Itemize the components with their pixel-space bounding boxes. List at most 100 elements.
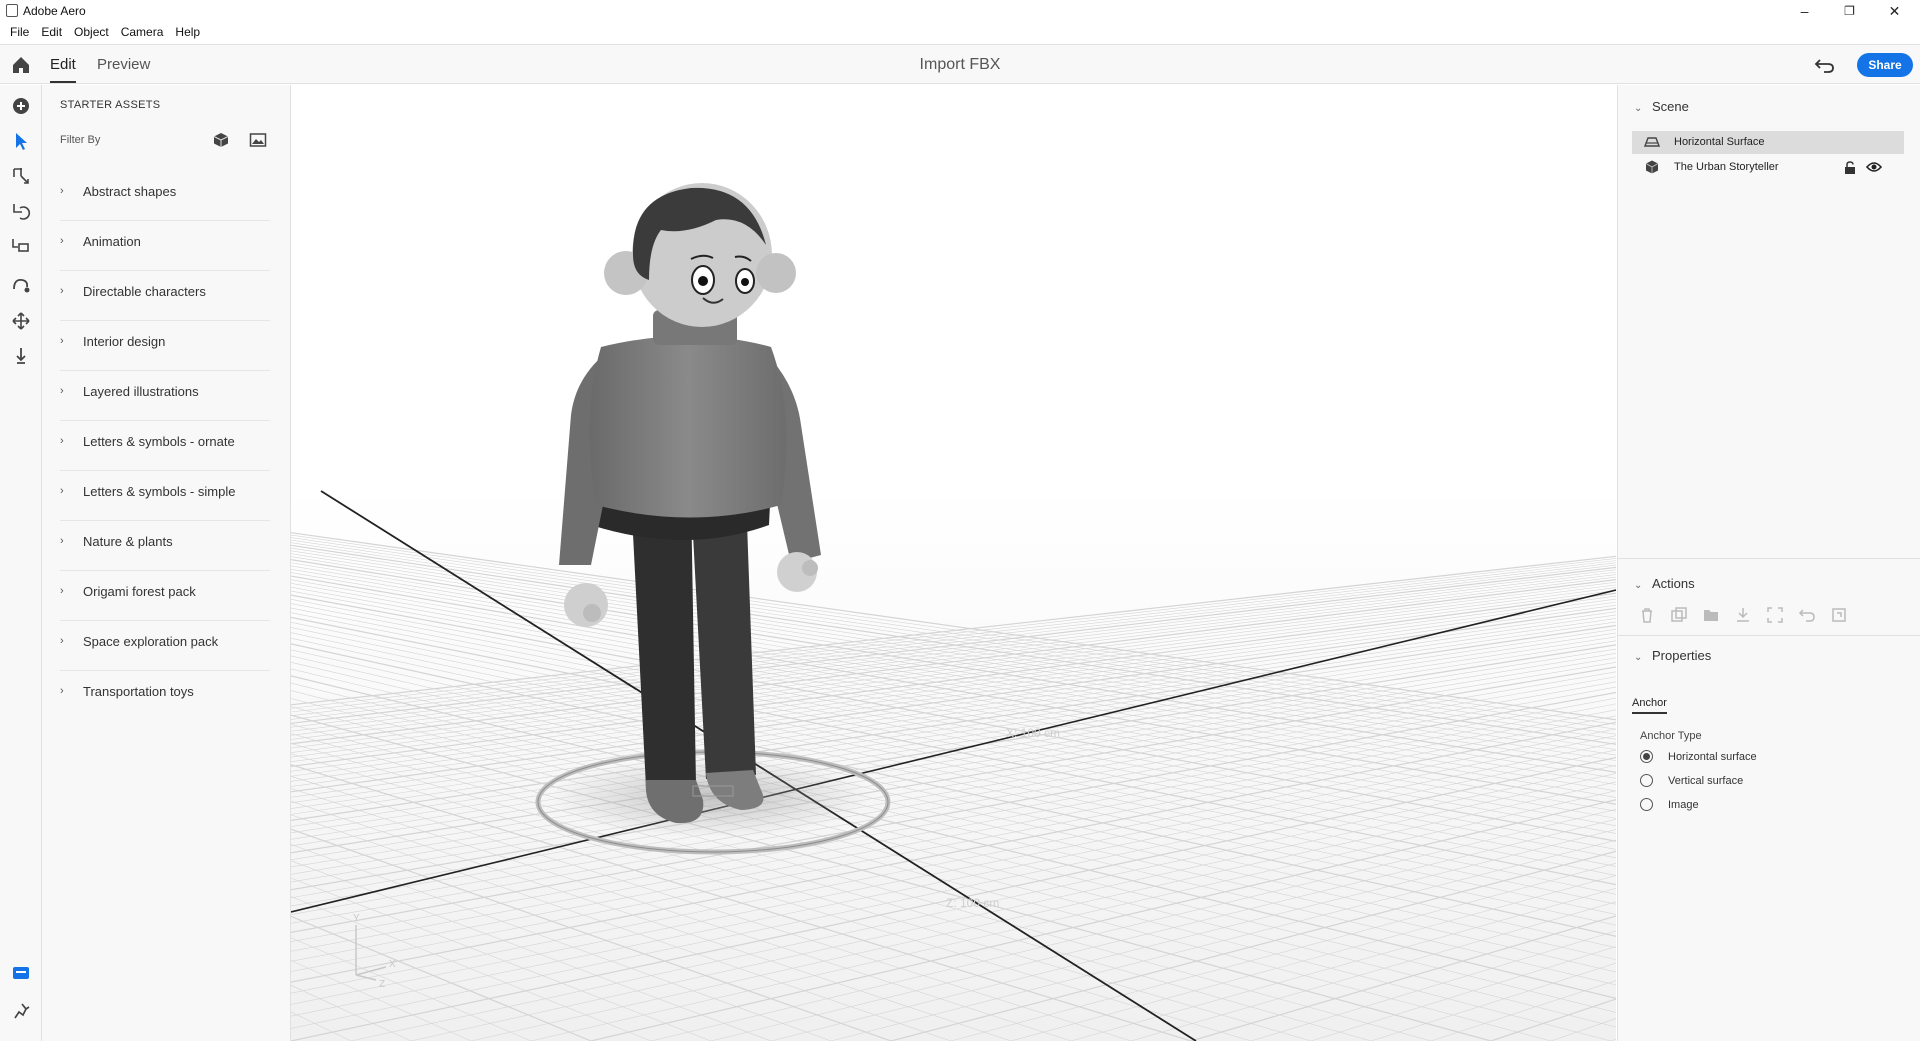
category-transportation-toys[interactable]: › Transportation toys bbox=[60, 671, 270, 721]
restore-button[interactable]: ❐ bbox=[1827, 0, 1872, 22]
drop-icon[interactable] bbox=[10, 345, 32, 367]
chevron-right-icon: › bbox=[60, 385, 64, 397]
category-letters-ornate[interactable]: › Letters & symbols - ornate bbox=[60, 421, 270, 471]
delete-icon[interactable] bbox=[1638, 606, 1656, 624]
category-space-exploration[interactable]: › Space exploration pack bbox=[60, 621, 270, 671]
chevron-right-icon: › bbox=[60, 585, 64, 597]
divider bbox=[1618, 635, 1920, 636]
menu-edit[interactable]: Edit bbox=[35, 22, 68, 43]
category-animation[interactable]: › Animation bbox=[60, 221, 270, 271]
menu-camera[interactable]: Camera bbox=[115, 22, 170, 43]
category-abstract-shapes[interactable]: › Abstract shapes bbox=[60, 171, 270, 221]
gizmo-x-label: X bbox=[389, 959, 396, 970]
category-nature-plants[interactable]: › Nature & plants bbox=[60, 521, 270, 571]
chevron-right-icon: › bbox=[60, 285, 64, 297]
properties-heading: Properties bbox=[1652, 648, 1712, 663]
category-label: Letters & symbols - ornate bbox=[83, 434, 235, 449]
close-button[interactable]: ✕ bbox=[1872, 0, 1917, 22]
filter-3d-icon[interactable] bbox=[212, 132, 230, 148]
add-icon[interactable] bbox=[10, 95, 32, 117]
app-header: Edit Preview Import FBX Share bbox=[0, 44, 1920, 84]
scale-icon[interactable] bbox=[10, 235, 32, 257]
undo-icon[interactable] bbox=[1814, 55, 1836, 75]
place-on-surface-icon[interactable] bbox=[1734, 606, 1752, 624]
app-icon bbox=[6, 4, 18, 17]
dimension-x-label: X: 100 cm bbox=[1006, 726, 1060, 740]
move-icon[interactable] bbox=[10, 165, 32, 187]
chevron-right-icon: › bbox=[60, 535, 64, 547]
chevron-right-icon: › bbox=[60, 435, 64, 447]
unlock-icon[interactable] bbox=[1844, 161, 1856, 175]
actions-section-header[interactable]: ⌄ Actions bbox=[1634, 576, 1695, 591]
radio-unselected[interactable] bbox=[1640, 798, 1653, 811]
category-label: Origami forest pack bbox=[83, 584, 196, 599]
chevron-right-icon: › bbox=[60, 635, 64, 647]
divider bbox=[1618, 558, 1920, 559]
category-interior-design[interactable]: › Interior design bbox=[60, 321, 270, 371]
category-letters-simple[interactable]: › Letters & symbols - simple bbox=[60, 471, 270, 521]
menu-bar: File Edit Object Camera Help bbox=[0, 22, 1920, 43]
viewport-3d[interactable]: X: 100 cm Z: 100 cm Y X Z bbox=[291, 85, 1616, 1041]
category-label: Directable characters bbox=[83, 284, 206, 299]
layers-icon[interactable] bbox=[10, 962, 32, 984]
scene-item-urban-storyteller[interactable]: The Urban Storyteller bbox=[1632, 156, 1904, 179]
chevron-right-icon: › bbox=[60, 185, 64, 197]
category-label: Letters & symbols - simple bbox=[83, 484, 236, 499]
category-label: Layered illustrations bbox=[83, 384, 199, 399]
scene-heading: Scene bbox=[1652, 99, 1689, 114]
pan-icon[interactable] bbox=[10, 310, 32, 332]
properties-section-header[interactable]: ⌄ Properties bbox=[1634, 648, 1711, 663]
fit-icon[interactable] bbox=[1766, 606, 1784, 624]
cube-icon bbox=[1645, 160, 1659, 174]
actions-toolbar bbox=[1638, 606, 1848, 624]
share-button[interactable]: Share bbox=[1857, 53, 1913, 77]
gizmo-y-label: Y bbox=[353, 913, 360, 924]
behavior-icon[interactable] bbox=[10, 1000, 32, 1022]
chevron-right-icon: › bbox=[60, 335, 64, 347]
category-label: Nature & plants bbox=[83, 534, 173, 549]
title-bar: Adobe Aero – ❐ ✕ bbox=[0, 0, 1920, 22]
category-label: Transportation toys bbox=[83, 684, 194, 699]
gizmo-z-label: Z bbox=[379, 979, 385, 990]
surface-icon bbox=[1644, 137, 1660, 147]
actions-heading: Actions bbox=[1652, 576, 1695, 591]
tab-anchor[interactable]: Anchor bbox=[1632, 697, 1667, 714]
tool-rail bbox=[0, 85, 42, 1041]
category-label: Interior design bbox=[83, 334, 166, 349]
scene-section-header[interactable]: ⌄ Scene bbox=[1634, 99, 1689, 114]
radio-label: Image bbox=[1668, 799, 1699, 811]
path-icon[interactable] bbox=[10, 275, 32, 297]
category-directable-characters[interactable]: › Directable characters bbox=[60, 271, 270, 321]
category-layered-illustrations[interactable]: › Layered illustrations bbox=[60, 371, 270, 421]
menu-help[interactable]: Help bbox=[169, 22, 206, 43]
replace-icon[interactable] bbox=[1830, 606, 1848, 624]
category-origami-forest[interactable]: › Origami forest pack bbox=[60, 571, 270, 621]
minimize-button[interactable]: – bbox=[1782, 0, 1827, 22]
window-title: Adobe Aero bbox=[23, 4, 86, 18]
chevron-down-icon: ⌄ bbox=[1634, 652, 1643, 663]
scene-item-horizontal-surface[interactable]: Horizontal Surface bbox=[1632, 131, 1904, 154]
reset-icon[interactable] bbox=[1798, 606, 1816, 624]
radio-unselected[interactable] bbox=[1640, 774, 1653, 787]
visibility-eye-icon[interactable] bbox=[1866, 161, 1882, 173]
chevron-down-icon: ⌄ bbox=[1634, 103, 1643, 114]
scene-item-label: The Urban Storyteller bbox=[1674, 161, 1779, 173]
menu-object[interactable]: Object bbox=[68, 22, 115, 43]
menu-file[interactable]: File bbox=[4, 22, 35, 43]
select-icon[interactable] bbox=[10, 130, 32, 152]
group-folder-icon[interactable] bbox=[1702, 606, 1720, 624]
document-title: Import FBX bbox=[919, 56, 1001, 73]
category-label: Animation bbox=[83, 234, 141, 249]
rotate-icon[interactable] bbox=[10, 200, 32, 222]
filter-label: Filter By bbox=[60, 134, 101, 146]
radio-selected[interactable] bbox=[1640, 750, 1653, 763]
category-label: Abstract shapes bbox=[83, 184, 177, 199]
scene-item-label: Horizontal Surface bbox=[1674, 136, 1765, 148]
assets-heading: STARTER ASSETS bbox=[60, 99, 161, 111]
filter-image-icon[interactable] bbox=[249, 132, 267, 148]
chevron-down-icon: ⌄ bbox=[1634, 580, 1643, 591]
duplicate-icon[interactable] bbox=[1670, 606, 1688, 624]
scene-canvas[interactable]: X: 100 cm Z: 100 cm Y X Z bbox=[291, 85, 1616, 1041]
starter-assets-panel: STARTER ASSETS Filter By › Abstract shap… bbox=[42, 85, 291, 1041]
floor-plane bbox=[291, 485, 1616, 1041]
